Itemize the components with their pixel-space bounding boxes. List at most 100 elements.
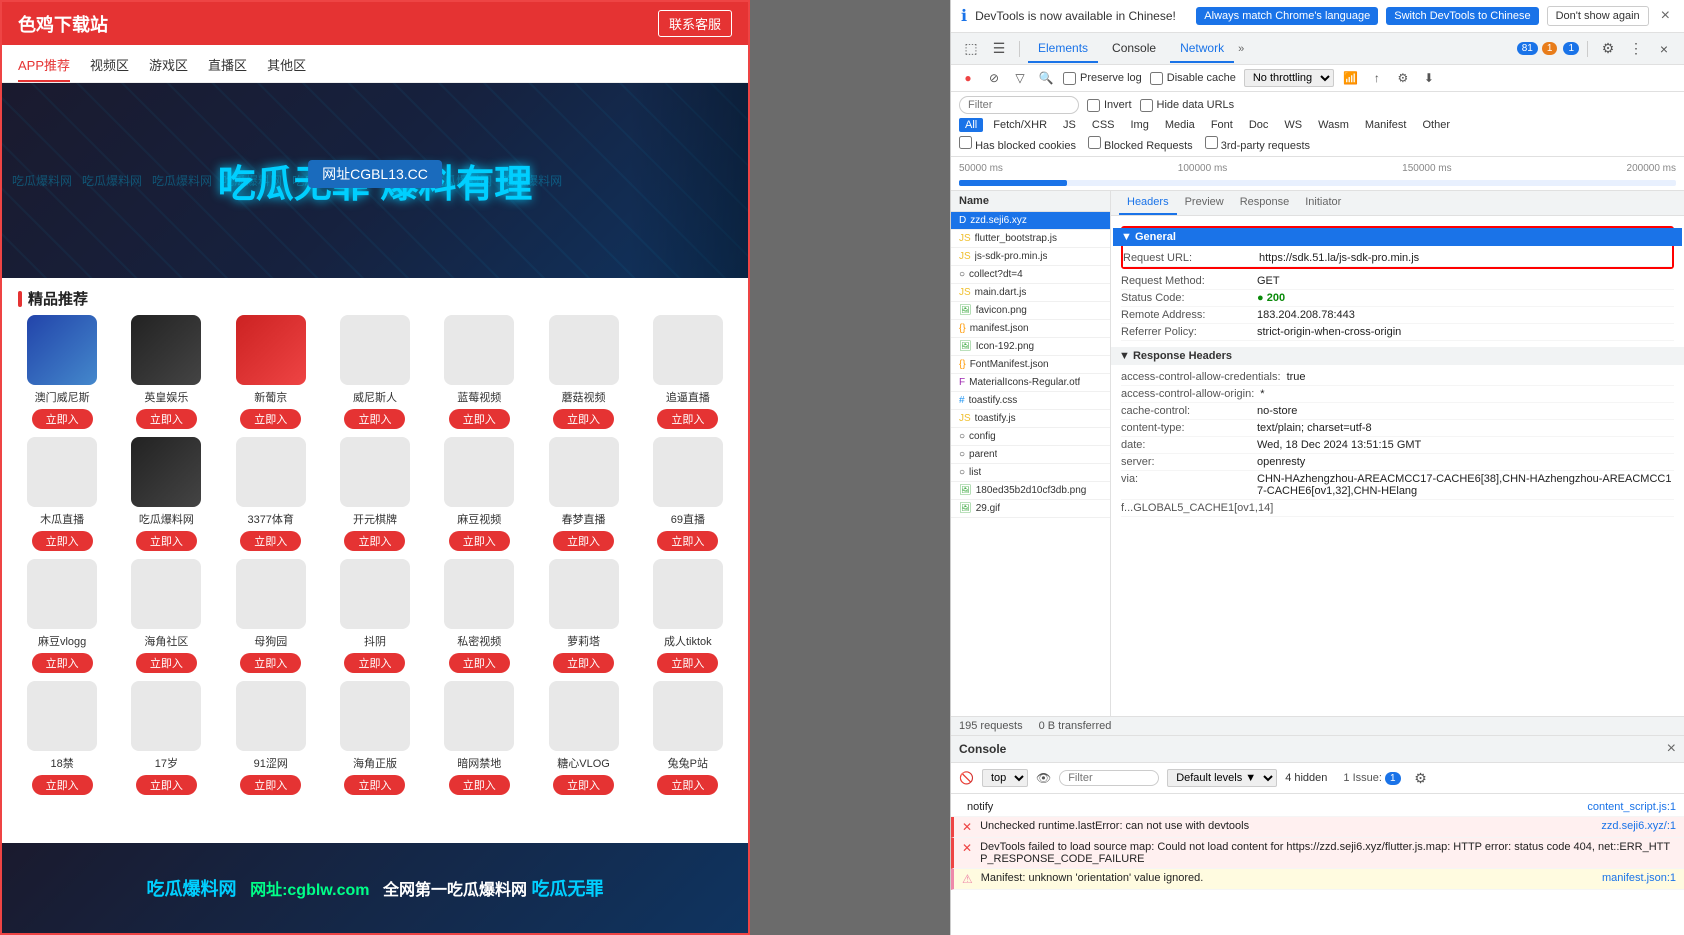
app-launch-button[interactable]: 立即入 — [240, 409, 301, 429]
app-launch-button[interactable]: 立即入 — [136, 531, 197, 551]
log-link-3[interactable]: manifest.json:1 — [1602, 872, 1676, 886]
settings-icon[interactable]: ⚙ — [1596, 37, 1620, 61]
search-icon[interactable]: 🔍 — [1037, 69, 1055, 87]
element-picker-icon[interactable]: ⬚ — [959, 37, 983, 61]
app-launch-button[interactable]: 立即入 — [240, 653, 301, 673]
filter-media[interactable]: Media — [1159, 118, 1201, 132]
console-eye-icon[interactable]: 👁 — [1036, 771, 1051, 785]
response-headers-title[interactable]: ▼ Response Headers — [1111, 347, 1684, 365]
app-launch-button[interactable]: 立即入 — [344, 775, 405, 795]
filter-js[interactable]: JS — [1057, 118, 1082, 132]
nav-tab-video[interactable]: 视频区 — [90, 51, 129, 82]
request-list-item[interactable]: JSjs-sdk-pro.min.js — [951, 248, 1110, 266]
request-list-item[interactable]: FMaterialIcons-Regular.otf — [951, 374, 1110, 392]
more-options-icon[interactable]: ⋮ — [1624, 37, 1648, 61]
blocked-cookies-checkbox[interactable] — [959, 136, 972, 149]
request-list-item[interactable]: 🖼180ed35b2d10cf3db.png — [951, 482, 1110, 500]
tab-network[interactable]: Network — [1170, 35, 1234, 63]
request-list-item[interactable]: Dzzd.seji6.xyz — [951, 212, 1110, 230]
request-list-item[interactable]: 🖼favicon.png — [951, 302, 1110, 320]
details-tab-preview[interactable]: Preview — [1177, 191, 1232, 215]
disable-cache-label[interactable]: Disable cache — [1150, 72, 1236, 85]
console-clear-icon[interactable]: 🚫 — [959, 771, 974, 785]
app-launch-button[interactable]: 立即入 — [240, 775, 301, 795]
app-launch-button[interactable]: 立即入 — [32, 409, 93, 429]
notification-close-button[interactable]: × — [1657, 7, 1674, 25]
general-section-title[interactable]: ▼ General — [1113, 228, 1682, 246]
upload-icon[interactable]: ↑ — [1368, 69, 1386, 87]
close-devtools-icon[interactable]: × — [1652, 37, 1676, 61]
app-launch-button[interactable]: 立即入 — [344, 653, 405, 673]
details-tab-initiator[interactable]: Initiator — [1297, 191, 1349, 215]
request-list-item[interactable]: JSflutter_bootstrap.js — [951, 230, 1110, 248]
filter-font[interactable]: Font — [1205, 118, 1239, 132]
app-launch-button[interactable]: 立即入 — [240, 531, 301, 551]
log-link-1[interactable]: content_script.js:1 — [1587, 801, 1676, 813]
switch-devtools-button[interactable]: Switch DevTools to Chinese — [1386, 7, 1538, 25]
app-launch-button[interactable]: 立即入 — [32, 531, 93, 551]
blocked-cookies-label[interactable]: Has blocked cookies — [959, 136, 1076, 152]
tab-console[interactable]: Console — [1102, 35, 1166, 63]
request-list-item[interactable]: ○collect?dt=4 — [951, 266, 1110, 284]
wifi-icon[interactable]: 📶 — [1342, 69, 1360, 87]
filter-other[interactable]: Other — [1416, 118, 1456, 132]
dont-show-again-button[interactable]: Don't show again — [1547, 6, 1649, 26]
app-launch-button[interactable]: 立即入 — [449, 775, 510, 795]
filter-ws[interactable]: WS — [1278, 118, 1308, 132]
app-launch-button[interactable]: 立即入 — [553, 531, 614, 551]
filter-input[interactable] — [959, 96, 1079, 114]
log-link-2[interactable]: zzd.seji6.xyz/:1 — [1601, 820, 1676, 834]
blocked-requests-label[interactable]: Blocked Requests — [1088, 136, 1193, 152]
app-launch-button[interactable]: 立即入 — [32, 775, 93, 795]
preserve-log-checkbox[interactable] — [1063, 72, 1076, 85]
request-list-item[interactable]: ○config — [951, 428, 1110, 446]
app-launch-button[interactable]: 立即入 — [553, 775, 614, 795]
app-launch-button[interactable]: 立即入 — [657, 775, 718, 795]
nav-tab-game[interactable]: 游戏区 — [149, 51, 188, 82]
nav-tab-live[interactable]: 直播区 — [208, 51, 247, 82]
console-filter-input[interactable] — [1059, 770, 1159, 786]
console-settings-icon[interactable]: ⚙ — [1409, 766, 1433, 790]
details-tab-headers[interactable]: Headers — [1119, 191, 1177, 215]
app-launch-button[interactable]: 立即入 — [449, 409, 510, 429]
filter-manifest[interactable]: Manifest — [1359, 118, 1413, 132]
app-launch-button[interactable]: 立即入 — [553, 409, 614, 429]
blocked-requests-checkbox[interactable] — [1088, 136, 1101, 149]
app-launch-button[interactable]: 立即入 — [344, 531, 405, 551]
invert-checkbox[interactable] — [1087, 99, 1100, 112]
third-party-label[interactable]: 3rd-party requests — [1205, 136, 1310, 152]
tab-elements[interactable]: Elements — [1028, 35, 1098, 63]
export-icon[interactable]: ⬇ — [1420, 69, 1438, 87]
app-launch-button[interactable]: 立即入 — [136, 653, 197, 673]
request-list-item[interactable]: 🖼29.gif — [951, 500, 1110, 518]
contact-button[interactable]: 联系客服 — [658, 10, 732, 37]
request-list-item[interactable]: ○list — [951, 464, 1110, 482]
device-mode-icon[interactable]: ☰ — [987, 37, 1011, 61]
disable-cache-checkbox[interactable] — [1150, 72, 1163, 85]
app-launch-button[interactable]: 立即入 — [657, 531, 718, 551]
nav-tab-app[interactable]: APP推荐 — [18, 51, 70, 82]
request-list-item[interactable]: {}manifest.json — [951, 320, 1110, 338]
app-launch-button[interactable]: 立即入 — [136, 409, 197, 429]
console-close-button[interactable]: × — [1667, 740, 1676, 758]
app-launch-button[interactable]: 立即入 — [657, 653, 718, 673]
invert-label[interactable]: Invert — [1087, 99, 1132, 112]
more-network-options-icon[interactable]: ⚙ — [1394, 69, 1412, 87]
app-launch-button[interactable]: 立即入 — [449, 531, 510, 551]
request-list-item[interactable]: ○parent — [951, 446, 1110, 464]
preserve-log-label[interactable]: Preserve log — [1063, 72, 1142, 85]
filter-css[interactable]: CSS — [1086, 118, 1121, 132]
app-launch-button[interactable]: 立即入 — [449, 653, 510, 673]
app-launch-button[interactable]: 立即入 — [32, 653, 93, 673]
console-context-select[interactable]: top — [982, 769, 1028, 787]
app-launch-button[interactable]: 立即入 — [657, 409, 718, 429]
request-list-item[interactable]: JStoastify.js — [951, 410, 1110, 428]
filter-img[interactable]: Img — [1125, 118, 1155, 132]
request-list-item[interactable]: JSmain.dart.js — [951, 284, 1110, 302]
app-launch-button[interactable]: 立即入 — [136, 775, 197, 795]
always-match-button[interactable]: Always match Chrome's language — [1196, 7, 1378, 25]
third-party-checkbox[interactable] — [1205, 136, 1218, 149]
request-list-item[interactable]: #toastify.css — [951, 392, 1110, 410]
more-tabs-button[interactable]: » — [1238, 43, 1244, 55]
hide-data-urls-label[interactable]: Hide data URLs — [1140, 99, 1235, 112]
